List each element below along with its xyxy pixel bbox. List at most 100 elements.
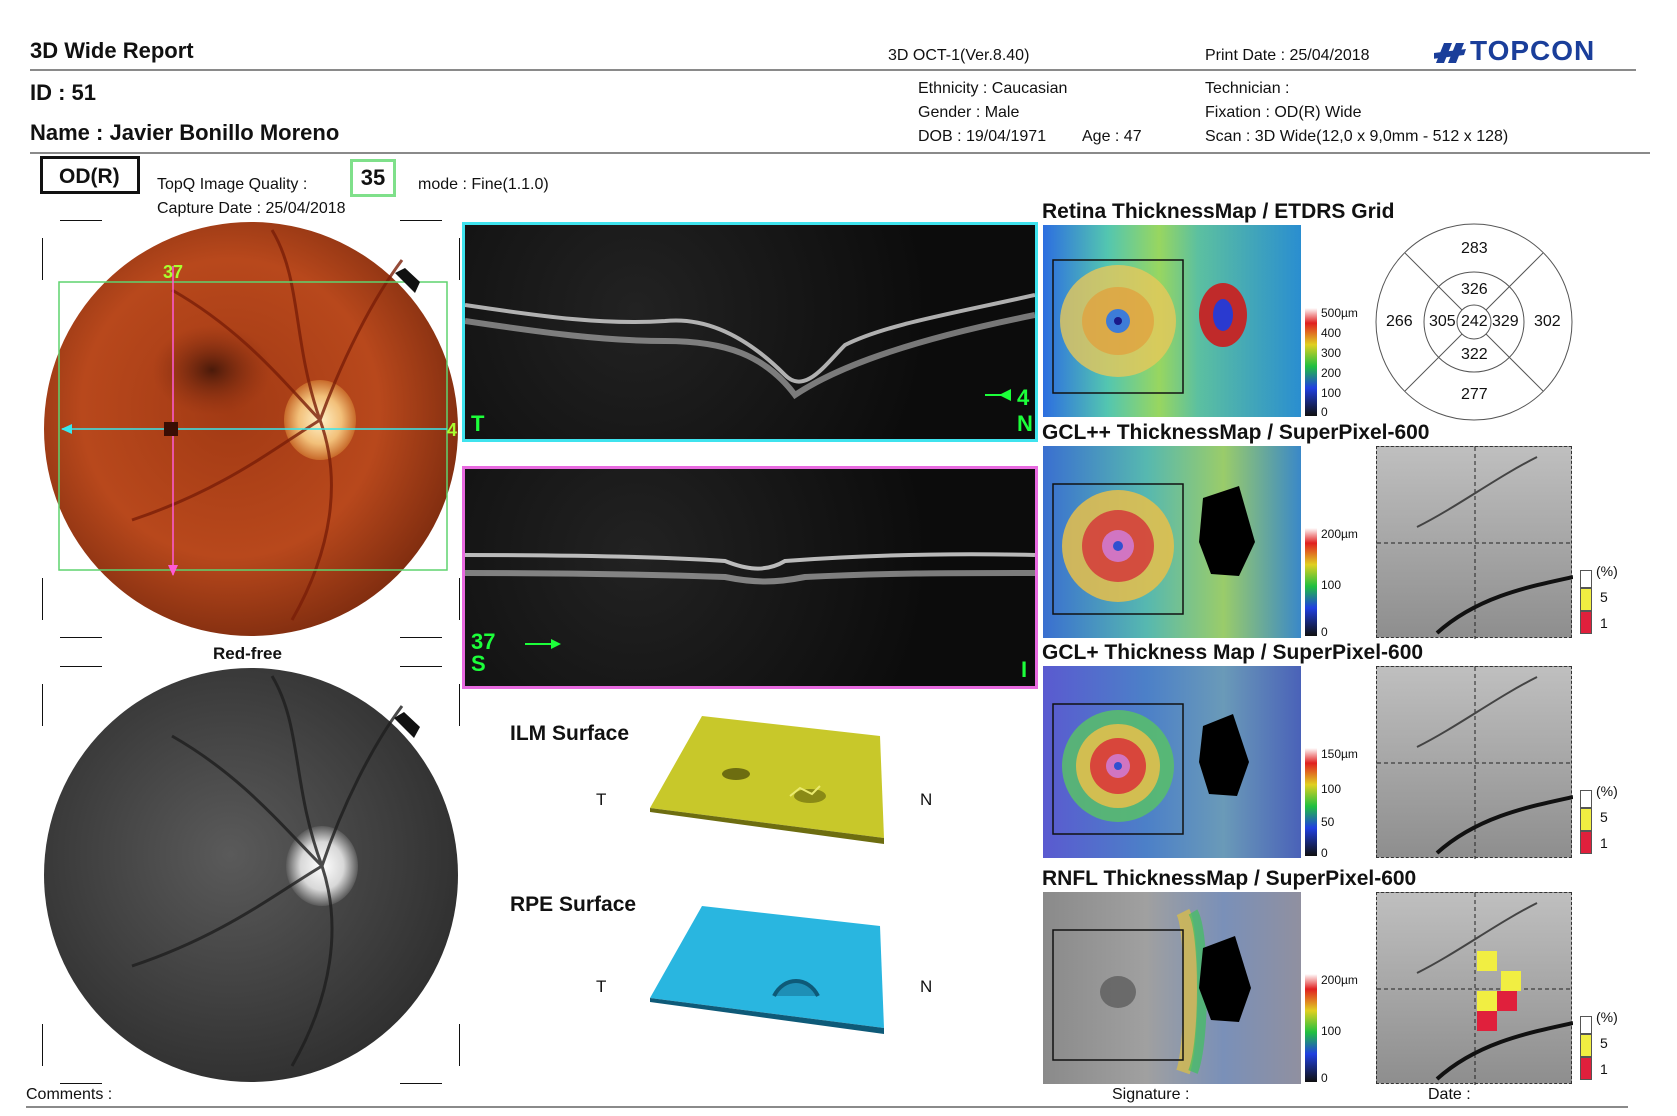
eye-badge: OD(R): [40, 156, 140, 194]
rpe-right-label: N: [920, 977, 933, 996]
dob: DOB : 19/04/1971: [918, 128, 1047, 145]
rnfl-scale-100: 100: [1321, 1024, 1342, 1038]
rnfl-map-title: RNFL ThicknessMap / SuperPixel-600: [1042, 867, 1417, 890]
topq-box: 35: [350, 159, 396, 197]
ilm-surface-render: [650, 714, 884, 844]
rnfl-superpixel-image: [1377, 893, 1574, 1085]
eye-label: OD(R): [59, 165, 120, 188]
rnfl-thickness-map: [1043, 892, 1301, 1084]
gclp-superpixel-map: [1376, 666, 1574, 859]
retina-scale-200: 200: [1321, 366, 1342, 380]
patient-name: Name : Javier Bonillo Moreno: [30, 120, 340, 145]
ilm-right-label: N: [920, 790, 933, 809]
legend-white-swatch: [1580, 570, 1592, 588]
gclp-scale-100: 100: [1321, 782, 1342, 796]
device-version: 3D OCT-1(Ver.8.40): [888, 47, 1030, 64]
bscan1-right-label: N: [1017, 411, 1033, 436]
retina-scale-500: 500µm: [1321, 306, 1358, 320]
gclpp-map-image: [1052, 483, 1255, 615]
redfree-label: Red-free: [213, 644, 282, 663]
gclp-superpixel-image: [1377, 667, 1574, 859]
redfree-frame: [41, 665, 461, 1085]
gclp-map-image: [1052, 703, 1249, 835]
gclpp-colorbar: [1305, 528, 1317, 636]
rnfl-scale-200: 200µm: [1321, 973, 1358, 987]
fundus-frame: 37 4: [41, 219, 461, 639]
retina-scale-100: 100: [1321, 386, 1342, 400]
bscan-horizontal-image: [464, 293, 1036, 401]
brand-name: TOPCON: [1470, 35, 1596, 66]
legend-red-swatch: [1580, 831, 1592, 854]
patient-id: ID : 51: [30, 80, 97, 105]
gclp-legend-label: (%): [1596, 783, 1618, 799]
rnfl-legend-one: 1: [1600, 1061, 1608, 1077]
etdrs-nasal-inner: 329: [1492, 313, 1519, 330]
etdrs-inferior-inner: 322: [1461, 346, 1488, 363]
etdrs-temporal-outer: 266: [1386, 313, 1413, 330]
gclp-scale-150: 150µm: [1321, 747, 1358, 761]
fixation: Fixation : OD(R) Wide: [1205, 104, 1362, 121]
retina-thickness-map: [1043, 225, 1301, 417]
bscan-vertical: 37 S I: [462, 466, 1038, 689]
report-title: 3D Wide Report: [30, 38, 194, 63]
age: Age : 47: [1082, 128, 1142, 145]
date-label: Date :: [1428, 1086, 1471, 1103]
gclp-scale-50: 50: [1321, 815, 1335, 829]
fundus-redfree-image: [41, 665, 461, 1085]
gclpp-legend-label: (%): [1596, 563, 1618, 579]
technician: Technician :: [1205, 80, 1290, 97]
bscan2-right-label: I: [1021, 657, 1028, 682]
gclpp-superpixel-map: [1376, 446, 1574, 639]
fundus-line-number: 4: [447, 420, 458, 440]
print-date: Print Date : 25/04/2018: [1205, 47, 1370, 64]
legend-yellow-swatch: [1580, 1034, 1592, 1057]
legend-yellow-swatch: [1580, 588, 1592, 611]
ilm-left-label: T: [596, 790, 607, 809]
topcon-logo: TOPCON: [1432, 35, 1609, 69]
gclp-thickness-map: [1043, 666, 1301, 858]
gclp-legend-one: 1: [1600, 835, 1608, 851]
ethnicity: Ethnicity : Caucasian: [918, 80, 1068, 97]
gclp-colorbar: [1305, 748, 1317, 856]
etdrs-temporal-inner: 305: [1429, 313, 1456, 330]
topq-value: 35: [360, 165, 386, 190]
gclpp-superpixel-image: [1377, 447, 1574, 639]
etdrs-superior-outer: 283: [1461, 240, 1488, 257]
ilm-surface-label: ILM Surface: [510, 722, 630, 745]
scan-protocol: Scan : 3D Wide(12,0 x 9,0mm - 512 x 128): [1205, 128, 1509, 145]
rnfl-legend-five: 5: [1600, 1035, 1608, 1051]
rpe-surface-label: RPE Surface: [510, 893, 637, 916]
bscan1-number: 4: [1017, 385, 1030, 410]
etdrs-grid: 283 326 266 305 242 329 302 322 277: [1374, 222, 1574, 422]
gclp-scale-0: 0: [1321, 846, 1328, 860]
retina-scale-300: 300: [1321, 346, 1342, 360]
bscan1-left-label: T: [471, 411, 485, 436]
etdrs-superior-inner: 326: [1461, 281, 1488, 298]
etdrs-inferior-outer: 277: [1461, 386, 1488, 403]
retina-map-title: Retina ThicknessMap / ETDRS Grid: [1042, 200, 1395, 223]
gclpp-scale-200: 200µm: [1321, 527, 1358, 541]
capture-date: Capture Date : 25/04/2018: [157, 200, 346, 217]
legend-red-swatch: [1580, 1057, 1592, 1080]
gclpp-percent-legend: (%) 5 1: [1580, 563, 1660, 643]
gclp-legend-five: 5: [1600, 809, 1608, 825]
rpe-surface-image: [650, 906, 884, 1034]
gender: Gender : Male: [918, 104, 1020, 121]
rpe-surface-render: [650, 904, 884, 1034]
signature-label: Signature :: [1112, 1086, 1190, 1103]
gclp-map-title: GCL+ Thickness Map / SuperPixel-600: [1042, 641, 1424, 664]
rnfl-colorbar: [1305, 974, 1317, 1082]
topq-label: TopQ Image Quality :: [157, 176, 308, 193]
rnfl-superpixel-map: [1376, 892, 1574, 1085]
retina-colorbar: [1305, 308, 1317, 416]
bscan2-left-label: S: [471, 651, 486, 676]
rnfl-percent-legend: (%) 5 1: [1580, 1009, 1660, 1089]
bscan-horizontal: T N 4: [462, 222, 1038, 442]
fundus-color-image: [41, 219, 461, 639]
ilm-surface-image: [650, 716, 884, 844]
gclp-percent-legend: (%) 5 1: [1580, 783, 1660, 863]
gclpp-scale-0: 0: [1321, 625, 1328, 639]
rnfl-scale-0: 0: [1321, 1071, 1328, 1085]
etdrs-nasal-outer: 302: [1534, 313, 1561, 330]
gclpp-legend-five: 5: [1600, 589, 1608, 605]
